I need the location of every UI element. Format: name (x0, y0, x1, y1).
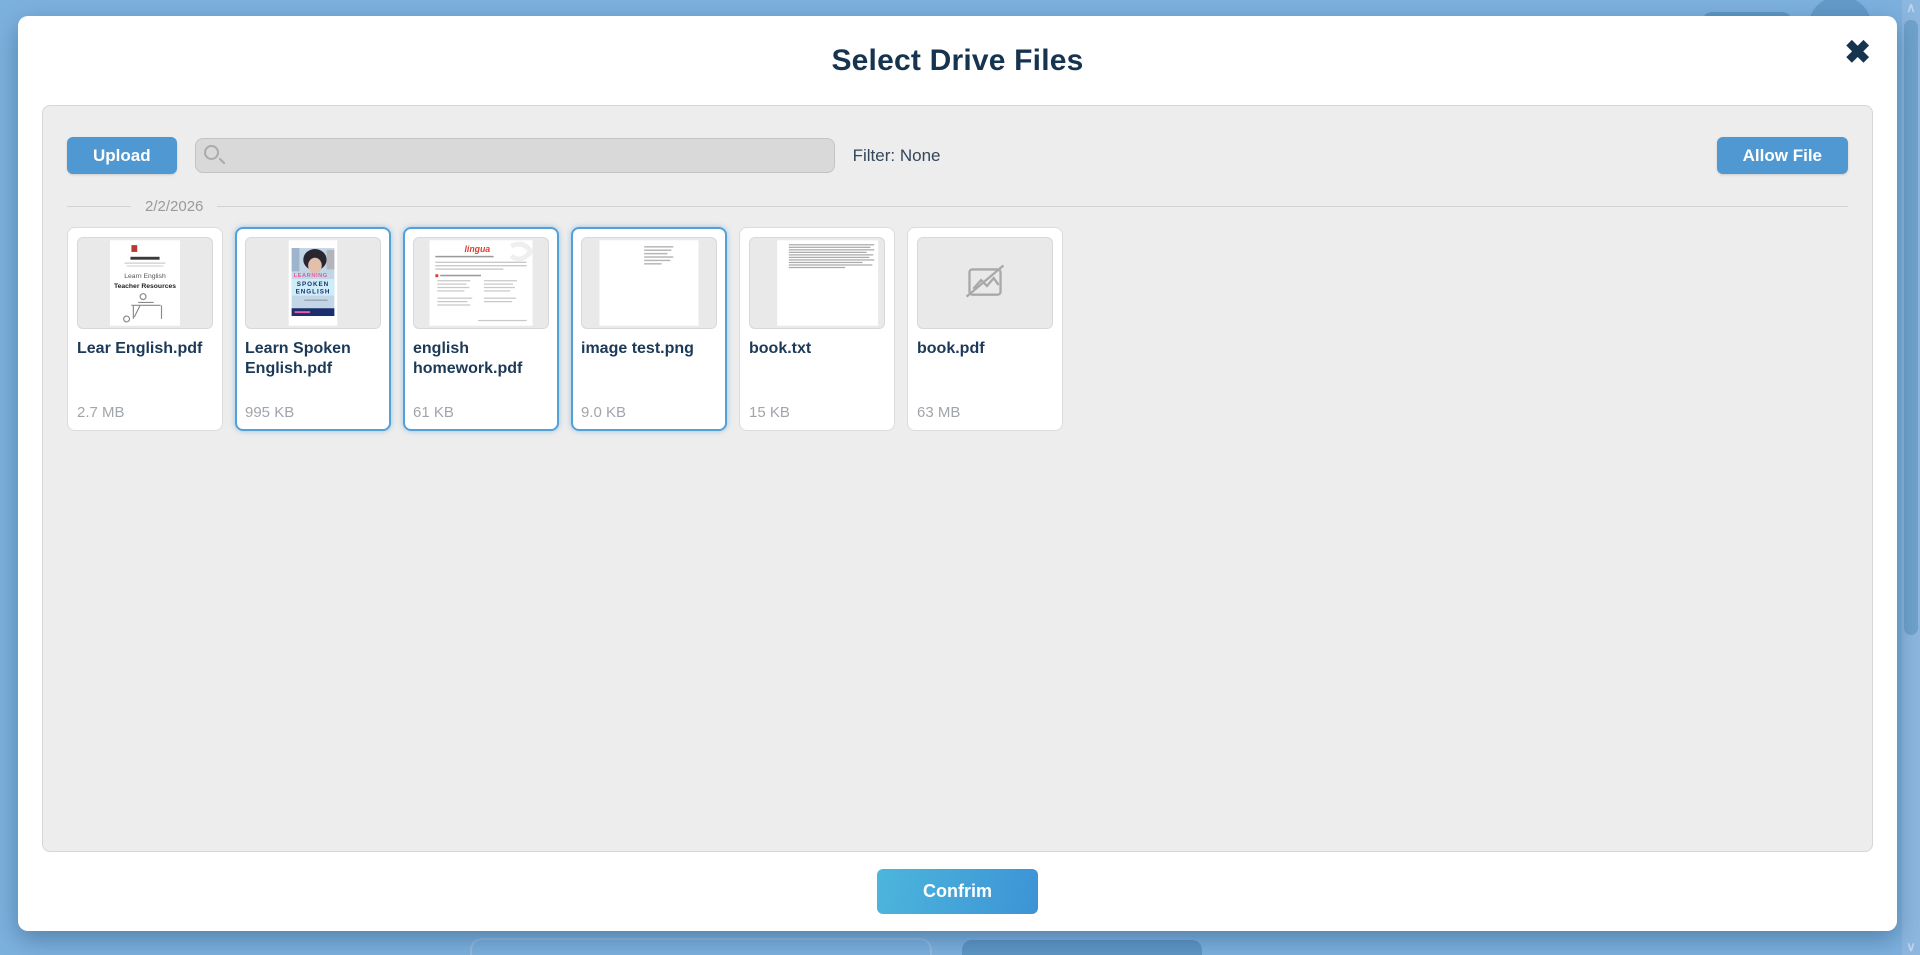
no-preview-thumbnail (917, 237, 1053, 329)
filter-status-label: Filter: None (852, 145, 941, 165)
file-card-lear-english[interactable]: Learn English Teacher Resources Lear Eng… (67, 227, 223, 431)
select-drive-files-modal: Select Drive Files ✖ Upload Filter: None… (18, 16, 1897, 931)
svg-text:Learn English: Learn English (124, 273, 166, 280)
file-card-book-txt[interactable]: book.txt 15 KB (739, 227, 895, 431)
svg-text:SPOKEN: SPOKEN (297, 281, 329, 288)
file-size: 995 KB (245, 404, 295, 421)
file-size: 61 KB (413, 404, 454, 421)
modal-title: Select Drive Files (831, 44, 1084, 77)
background-bottom-card (470, 938, 932, 955)
svg-text:LEARNING: LEARNING (294, 273, 328, 279)
file-card-book-pdf[interactable]: book.pdf 63 MB (907, 227, 1063, 431)
file-name: Lear English.pdf (77, 340, 203, 357)
scrollbar-thumb[interactable] (1904, 20, 1918, 635)
broken-image-icon (965, 264, 1005, 298)
svg-text:ENGLISH: ENGLISH (296, 289, 331, 296)
file-size: 2.7 MB (77, 404, 125, 421)
close-icon[interactable]: ✖ (1844, 34, 1871, 70)
image-thumbnail (581, 237, 717, 329)
date-group-label: 2/2/2026 (145, 197, 204, 215)
svg-text:Teacher Resources: Teacher Resources (114, 283, 176, 290)
confirm-row: Confrim (18, 869, 1897, 914)
upload-button[interactable]: Upload (67, 137, 177, 174)
confirm-button[interactable]: Confrim (877, 869, 1038, 914)
file-name: book.pdf (917, 340, 985, 357)
search-input[interactable] (194, 138, 835, 173)
background-bottom-button (962, 940, 1202, 955)
pdf-thumbnail: Learn English Teacher Resources (77, 237, 213, 329)
search-box (194, 138, 835, 173)
file-card-learn-spoken-english[interactable]: LEARNING SPOKEN ENGLISH Learn Spoken Eng… (235, 227, 391, 431)
pdf-thumbnail: lingua (413, 237, 549, 329)
toolbar: Upload Filter: None Allow File (67, 136, 1848, 175)
allow-file-button[interactable]: Allow File (1716, 137, 1848, 174)
file-name: english homework.pdf (413, 340, 523, 377)
file-name: book.txt (749, 340, 812, 357)
scroll-down-icon[interactable]: ∨ (1902, 939, 1920, 955)
file-name: Learn Spoken English.pdf (245, 340, 351, 377)
search-icon (203, 145, 219, 160)
svg-text:lingua: lingua (464, 244, 490, 254)
date-group-divider: 2/2/2026 (67, 197, 1848, 215)
file-card-image-test[interactable]: image test.png 9.0 KB (571, 227, 727, 431)
pdf-thumbnail: LEARNING SPOKEN ENGLISH (245, 237, 381, 329)
file-size: 15 KB (749, 404, 790, 421)
text-thumbnail (749, 237, 885, 329)
file-grid: Learn English Teacher Resources Lear Eng… (67, 227, 1848, 431)
file-name: image test.png (581, 340, 694, 357)
file-size: 63 MB (917, 404, 961, 421)
file-size: 9.0 KB (581, 404, 627, 421)
scroll-up-icon[interactable]: ∧ (1902, 0, 1920, 16)
page-scrollbar[interactable]: ∧ ∨ (1902, 0, 1920, 955)
file-card-english-homework[interactable]: lingua english homework.pdf 61 KB (403, 227, 559, 431)
drive-files-panel: Upload Filter: None Allow File 2/2/2026 (42, 105, 1873, 852)
